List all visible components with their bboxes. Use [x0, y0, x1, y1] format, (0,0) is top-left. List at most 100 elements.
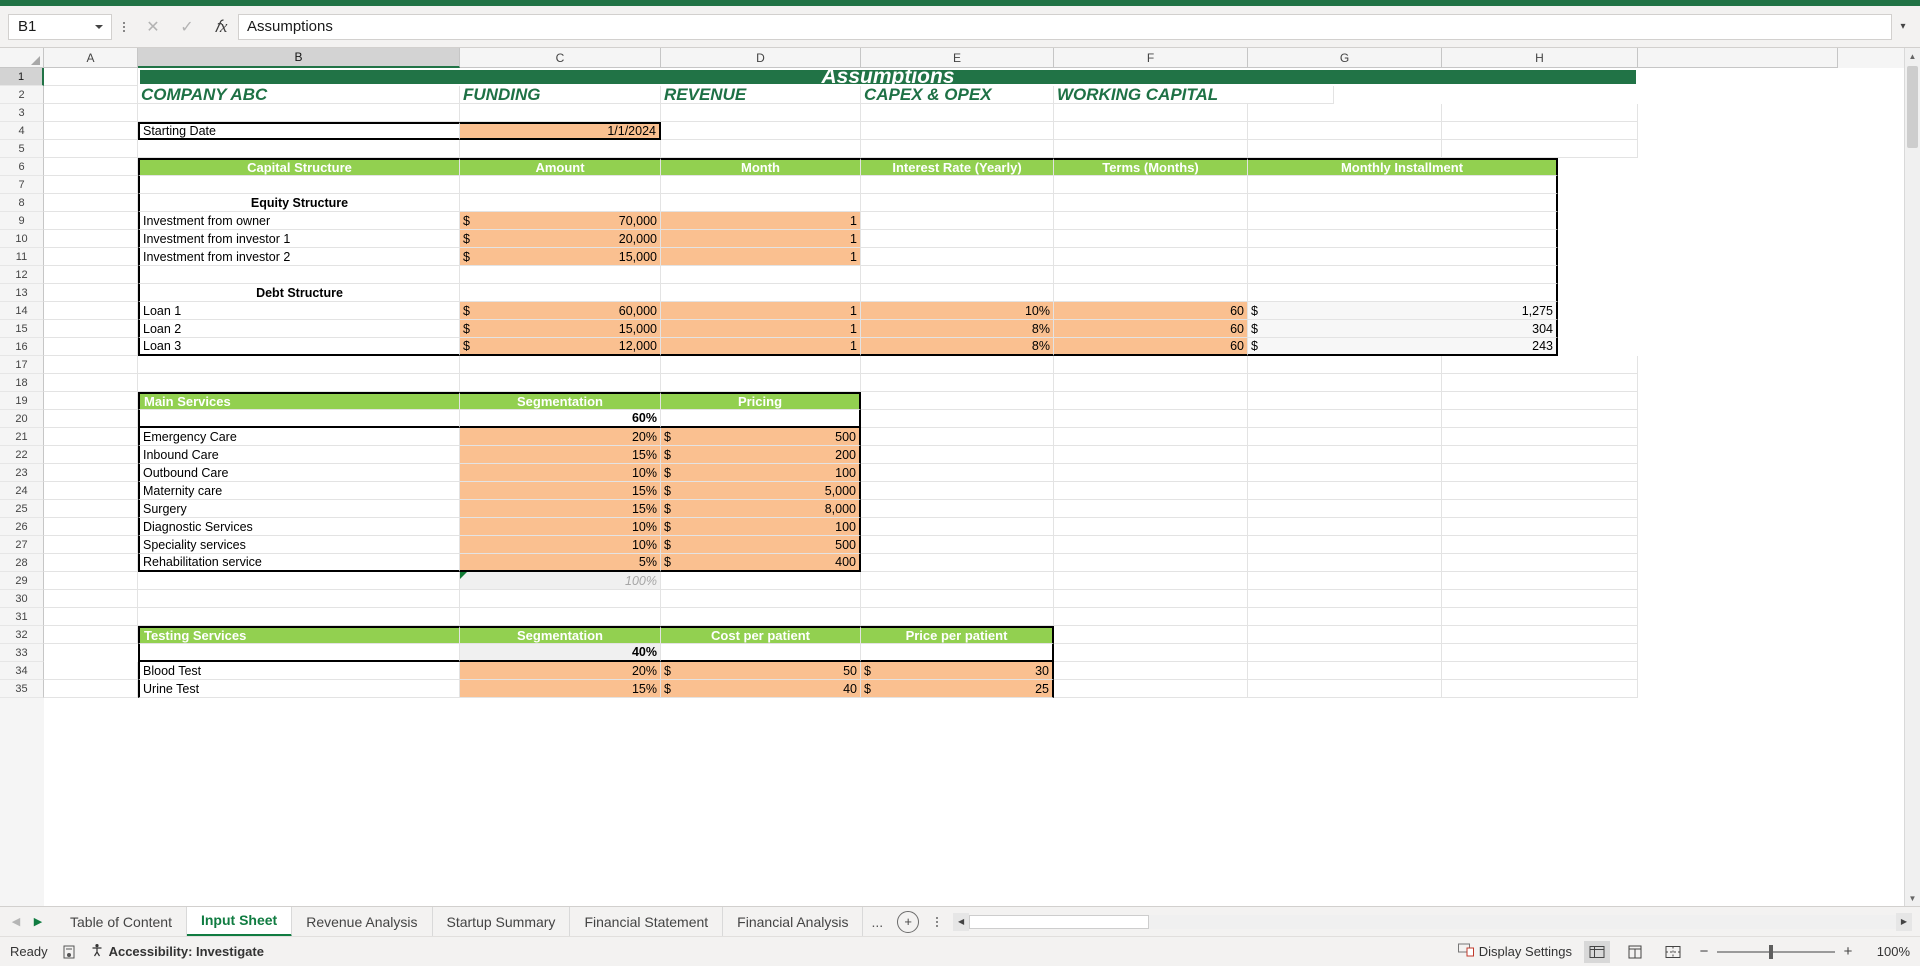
cell-F11[interactable] [1054, 248, 1248, 266]
cell-F34[interactable] [1054, 662, 1248, 680]
cell-F8[interactable] [1054, 194, 1248, 212]
cell-G31[interactable] [1248, 608, 1442, 626]
nav-link-company-abc[interactable]: COMPANY ABC [138, 86, 460, 104]
cell-D29[interactable] [661, 572, 861, 590]
cell-E19[interactable] [861, 392, 1054, 410]
cell-H29[interactable] [1442, 572, 1638, 590]
nav-link-revenue[interactable]: REVENUE [661, 86, 861, 104]
row-header-8[interactable]: 8 [0, 194, 44, 212]
testing-service-label-1[interactable]: Urine Test [138, 680, 460, 698]
main-service-price-5[interactable]: $ 100 [661, 518, 861, 536]
check-icon[interactable]: ✓ [170, 14, 204, 40]
cell-A26[interactable] [44, 518, 138, 536]
cell-A4[interactable] [44, 122, 138, 140]
row-header-20[interactable]: 20 [0, 410, 44, 428]
cell-F13[interactable] [1054, 284, 1248, 302]
equity-amount-0[interactable]: $ 70,000 [460, 212, 661, 230]
cell-F21[interactable] [1054, 428, 1248, 446]
cell-A16[interactable] [44, 338, 138, 356]
cell-G9[interactable] [1248, 212, 1558, 230]
cell-F35[interactable] [1054, 680, 1248, 698]
cell-B7[interactable] [138, 176, 460, 194]
cell-G29[interactable] [1248, 572, 1442, 590]
cell-F24[interactable] [1054, 482, 1248, 500]
cell-A23[interactable] [44, 464, 138, 482]
cell-G21[interactable] [1248, 428, 1442, 446]
page-break-view-icon[interactable] [1660, 941, 1686, 963]
cell-B5[interactable] [138, 140, 460, 158]
equity-month-2[interactable]: 1 [661, 248, 861, 266]
sheet-title-banner[interactable]: Assumptions [138, 68, 1638, 86]
cell-F19[interactable] [1054, 392, 1248, 410]
cell-G7[interactable] [1248, 176, 1558, 194]
debt-amount-1[interactable]: $ 15,000 [460, 320, 661, 338]
formula-input[interactable]: Assumptions [238, 13, 1892, 40]
cell-H20[interactable] [1442, 410, 1638, 428]
cell-H28[interactable] [1442, 554, 1638, 572]
cell-B12[interactable] [138, 266, 460, 284]
main-service-price-7[interactable]: $ 400 [661, 554, 861, 572]
cell-F29[interactable] [1054, 572, 1248, 590]
main-service-seg-6[interactable]: 10% [460, 536, 661, 554]
cell-H33[interactable] [1442, 644, 1638, 662]
cell-E27[interactable] [861, 536, 1054, 554]
zoom-slider[interactable]: − + [1698, 943, 1854, 960]
cell-A18[interactable] [44, 374, 138, 392]
cell-A29[interactable] [44, 572, 138, 590]
cell-H23[interactable] [1442, 464, 1638, 482]
row-header-29[interactable]: 29 [0, 572, 44, 590]
debt-rate-1[interactable]: 8% [861, 320, 1054, 338]
main-service-label-0[interactable]: Emergency Care [138, 428, 460, 446]
cell-A34[interactable] [44, 662, 138, 680]
testing-service-seg-0[interactable]: 20% [460, 662, 661, 680]
cell-H3[interactable] [1442, 104, 1638, 122]
row-header-31[interactable]: 31 [0, 608, 44, 626]
cell-D12[interactable] [661, 266, 861, 284]
cell-F33[interactable] [1054, 644, 1248, 662]
row-header-3[interactable]: 3 [0, 104, 44, 122]
equity-label-2[interactable]: Investment from investor 2 [138, 248, 460, 266]
cell-H22[interactable] [1442, 446, 1638, 464]
cell-E9[interactable] [861, 212, 1054, 230]
cell-E11[interactable] [861, 248, 1054, 266]
cell-H24[interactable] [1442, 482, 1638, 500]
row-header-34[interactable]: 34 [0, 662, 44, 680]
row-header-13[interactable]: 13 [0, 284, 44, 302]
cell-G23[interactable] [1248, 464, 1442, 482]
debt-rate-0[interactable]: 10% [861, 302, 1054, 320]
cell-H30[interactable] [1442, 590, 1638, 608]
cell-D4[interactable] [661, 122, 861, 140]
cell-B17[interactable] [138, 356, 460, 374]
cell-E29[interactable] [861, 572, 1054, 590]
cell-E20[interactable] [861, 410, 1054, 428]
main-service-label-3[interactable]: Maternity care [138, 482, 460, 500]
column-header-B[interactable]: B [138, 48, 460, 68]
cell-B31[interactable] [138, 608, 460, 626]
cell-H19[interactable] [1442, 392, 1638, 410]
hscroll-track[interactable] [969, 914, 1896, 929]
cell-H5[interactable] [1442, 140, 1638, 158]
cell-D30[interactable] [661, 590, 861, 608]
row-header-2[interactable]: 2 [0, 86, 44, 104]
cell-A31[interactable] [44, 608, 138, 626]
starting-date-label[interactable]: Starting Date [138, 122, 460, 140]
cell-F28[interactable] [1054, 554, 1248, 572]
row-header-9[interactable]: 9 [0, 212, 44, 230]
cell-A22[interactable] [44, 446, 138, 464]
cell-G12[interactable] [1248, 266, 1558, 284]
cell-E17[interactable] [861, 356, 1054, 374]
cell-E12[interactable] [861, 266, 1054, 284]
cell-E18[interactable] [861, 374, 1054, 392]
cell-C5[interactable] [460, 140, 661, 158]
sheet-tab-revenue-analysis[interactable]: Revenue Analysis [292, 906, 433, 937]
zoom-level[interactable]: 100% [1866, 944, 1910, 959]
main-service-label-2[interactable]: Outbound Care [138, 464, 460, 482]
cell-C8[interactable] [460, 194, 661, 212]
cell-C7[interactable] [460, 176, 661, 194]
cell-E10[interactable] [861, 230, 1054, 248]
column-header-G[interactable]: G [1248, 48, 1442, 68]
debt-month-0[interactable]: 1 [661, 302, 861, 320]
cell-E7[interactable] [861, 176, 1054, 194]
plus-icon[interactable]: + [897, 910, 920, 933]
cell-E5[interactable] [861, 140, 1054, 158]
